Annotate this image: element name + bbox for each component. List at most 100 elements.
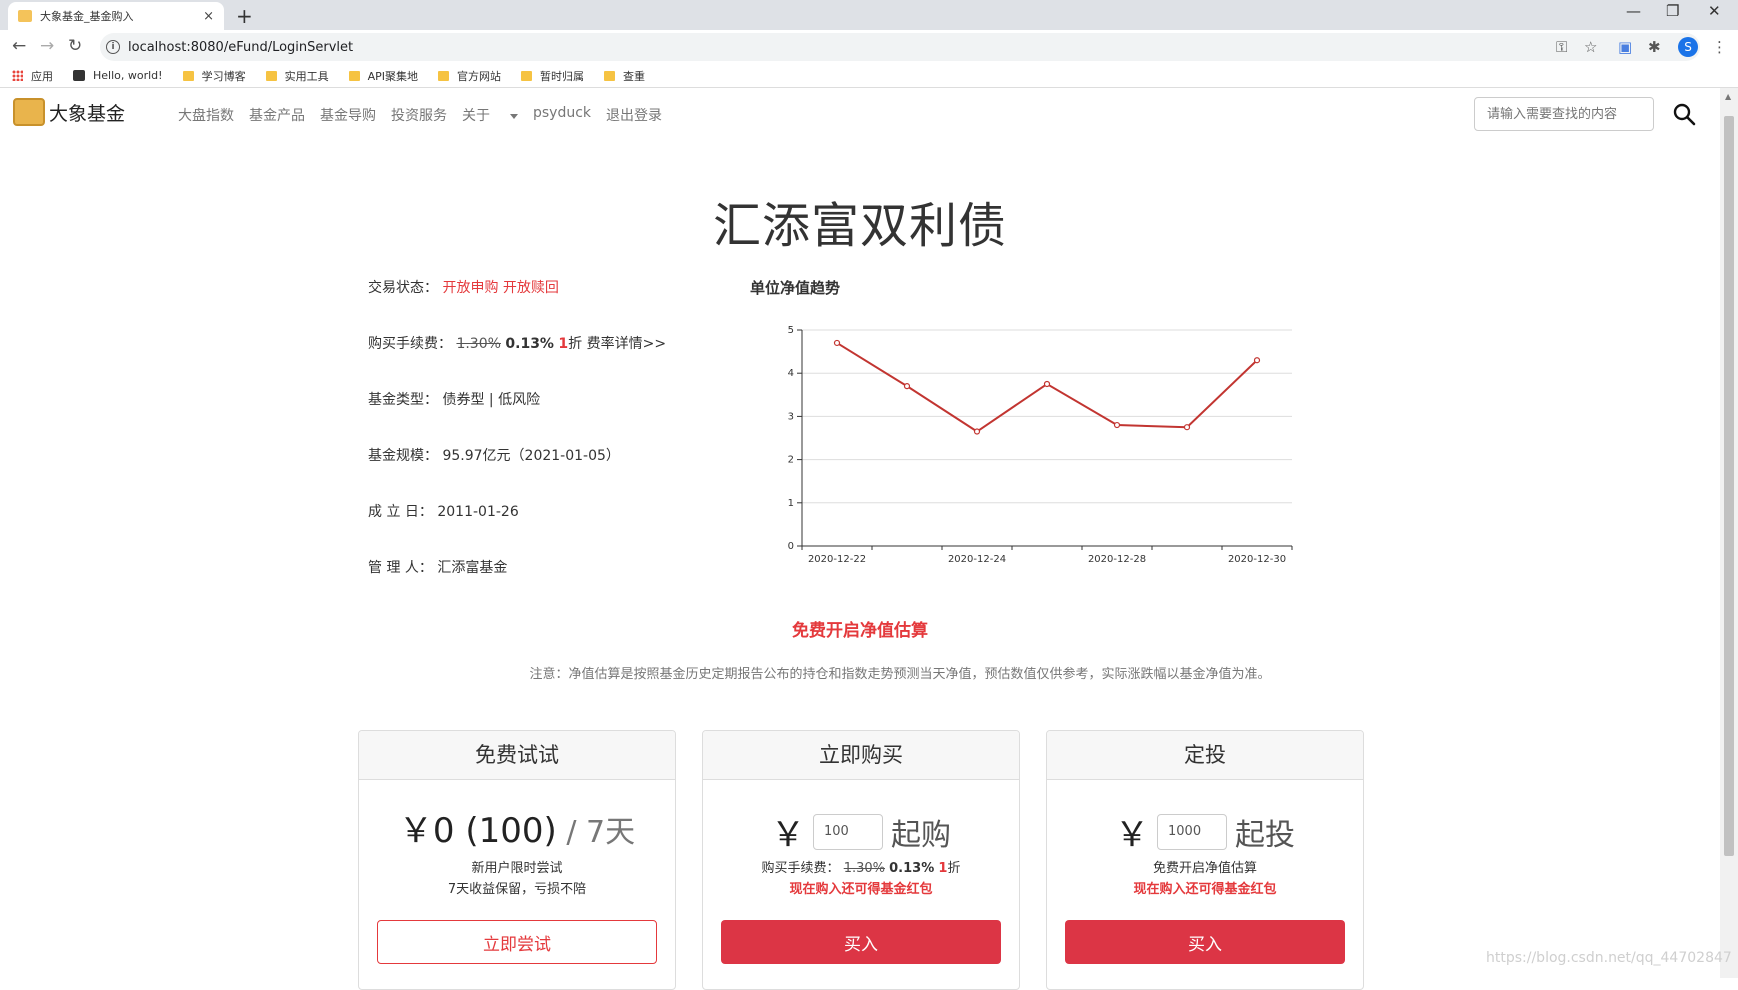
buy-fee-discounted: 0.13% [889, 861, 935, 876]
site-logo[interactable]: 大象基金 [13, 98, 125, 126]
bookmark-folder[interactable]: 学习博客 [182, 68, 246, 84]
key-icon[interactable]: ⚿ [1556, 38, 1567, 56]
nav-services[interactable]: 投资服务 [391, 105, 447, 125]
site-info-icon[interactable]: i [106, 40, 120, 54]
buy-fee-discount-unit: 折 [947, 861, 961, 876]
chart-x-tick-label: 2020-12-28 [1088, 554, 1146, 565]
nav-trend-chart: 0 1 2 3 4 5 2020-12-22 2020-12-24 2020-12-28 2020… [788, 325, 1293, 565]
fee-label: 购买手续费： [368, 336, 452, 352]
manager-value: 汇添富基金 [437, 560, 508, 576]
nav-links: 大盘指数 基金产品 基金导购 投资服务 关于 psyduck 退出登录 [178, 105, 677, 125]
reload-icon[interactable]: ↻ [68, 36, 82, 56]
founded-value: 2011-01-26 [437, 504, 519, 520]
fee-original: 1.30% [456, 336, 501, 352]
bookmark-label: API聚集地 [367, 69, 418, 83]
bookmark-folder[interactable]: 实用工具 [265, 68, 329, 84]
nav-username[interactable]: psyduck [533, 105, 591, 125]
bookmark-folder[interactable]: API聚集地 [348, 68, 418, 84]
trial-line-2: 7天收益保留，亏损不陪 [447, 882, 587, 897]
scroll-thumb[interactable] [1724, 116, 1734, 856]
chart-y-tick-label: 5 [788, 325, 794, 336]
bookmark-label: 暂时归属 [539, 69, 584, 83]
fund-size-row: 基金规模： 95.97亿元（2021-01-05） [368, 445, 620, 465]
buy-card: 立即购买 ￥ 起购 购买手续费： 1.30% 0.13% 1折 现在购入还可得基… [702, 730, 1020, 990]
browser-tab[interactable]: 大象基金_基金购入 × [8, 2, 224, 30]
fee-details-link[interactable]: 费率详情>> [587, 336, 666, 352]
profile-avatar[interactable]: S [1678, 37, 1698, 57]
buy-bonus-line: 现在购入还可得基金红包 [789, 882, 933, 897]
promo-title[interactable]: 免费开启净值估算 [0, 616, 1720, 641]
forward-icon[interactable]: → [40, 36, 54, 56]
bookmark-apps[interactable]: 应用 [12, 68, 53, 84]
buy-amount-input[interactable] [813, 813, 883, 850]
folder-icon [182, 70, 194, 81]
founded-row: 成 立 日： 2011-01-26 [368, 501, 519, 521]
currency-symbol: ￥ [1115, 815, 1149, 855]
nav-about-dropdown[interactable]: 关于 [462, 105, 518, 125]
site-search-input[interactable] [1474, 97, 1654, 131]
chart-x-tick-label: 2020-12-24 [948, 554, 1006, 565]
menu-kebab-icon[interactable]: ⋮ [1712, 38, 1727, 56]
new-tab-button[interactable]: + [236, 4, 253, 28]
address-bar[interactable]: i localhost:8080/eFund/LoginServlet [100, 33, 1700, 61]
trade-status-row: 交易状态： 开放申购 开放赎回 [368, 277, 559, 297]
bookmark-site-icon [73, 70, 85, 81]
nav-about-label: 关于 [462, 108, 490, 124]
browser-toolbar: ← → ↻ i localhost:8080/eFund/LoginServle… [0, 30, 1738, 64]
trial-price-value: ￥0 (100) [398, 811, 557, 851]
trial-price: ￥0 (100) / 7天 [359, 803, 675, 852]
chart-data-point [903, 383, 911, 390]
bookmark-folder[interactable]: 暂时归属 [520, 68, 584, 84]
trial-card-header: 免费试试 [359, 731, 675, 780]
folder-icon [520, 70, 532, 81]
fee-discount-unit: 折 [568, 336, 583, 352]
back-icon[interactable]: ← [12, 36, 26, 56]
chart-y-tick-label: 1 [788, 498, 794, 509]
extensions-icon[interactable]: ✱ [1648, 38, 1661, 56]
translate-icon[interactable]: ▣ [1618, 38, 1632, 56]
trial-price-period: / 7天 [556, 815, 636, 850]
chart-x-tick-label: 2020-12-30 [1228, 554, 1286, 565]
nav-products[interactable]: 基金产品 [249, 105, 305, 125]
minimize-icon[interactable]: — [1626, 2, 1641, 20]
plan-buy-button[interactable]: 买入 [1065, 920, 1345, 964]
nav-index[interactable]: 大盘指数 [178, 105, 234, 125]
bookmark-label: 学习博客 [201, 69, 246, 83]
restore-icon[interactable]: ❐ [1666, 2, 1679, 20]
plan-amount-input[interactable] [1157, 813, 1227, 850]
browser-tab-strip: 大象基金_基金购入 × + — ❐ ✕ [0, 0, 1738, 30]
buy-suffix: 起购 [891, 817, 951, 853]
chart-y-tick-label: 0 [788, 541, 794, 552]
tab-close-icon[interactable]: × [203, 9, 214, 24]
chart-y-tick-label: 2 [788, 455, 794, 466]
site-navbar: 大象基金 大盘指数 基金产品 基金导购 投资服务 关于 psyduck 退出登录 [0, 88, 1720, 142]
bookmark-folder[interactable]: 官方网站 [437, 68, 501, 84]
folder-icon [603, 70, 615, 81]
trial-card: 免费试试 ￥0 (100) / 7天 新用户限时尝试 7天收益保留，亏损不陪 立… [358, 730, 676, 990]
try-now-button[interactable]: 立即尝试 [377, 920, 657, 964]
star-icon[interactable]: ☆ [1584, 38, 1597, 56]
buy-button[interactable]: 买入 [721, 920, 1001, 964]
bookmarks-bar: 应用 Hello, world! 学习博客 实用工具 API聚集地 官方网站 暂… [0, 64, 1738, 88]
plan-amount-row: ￥ 起投 [1047, 807, 1363, 856]
chart-title: 单位净值趋势 [750, 279, 841, 297]
scroll-up-icon[interactable]: ▲ [1725, 92, 1731, 101]
fund-type-label: 基金类型： [368, 392, 438, 408]
nav-guide[interactable]: 基金导购 [320, 105, 376, 125]
buy-card-header: 立即购买 [703, 731, 1019, 780]
folder-icon [437, 70, 449, 81]
bookmark-folder[interactable]: 查重 [603, 68, 645, 84]
bookmark-hello-world[interactable]: Hello, world! [73, 69, 163, 82]
tab-title: 大象基金_基金购入 [40, 10, 134, 23]
csdn-watermark: https://blog.csdn.net/qq_44702847 [1486, 950, 1732, 966]
plan-card-header: 定投 [1047, 731, 1363, 780]
nav-logout[interactable]: 退出登录 [606, 105, 662, 125]
buy-fee-line: 购买手续费： 1.30% 0.13% 1折 [703, 857, 1019, 876]
bookmark-label: 应用 [31, 69, 53, 83]
close-window-icon[interactable]: ✕ [1708, 2, 1721, 20]
fee-row: 购买手续费： 1.30% 0.13% 1折 费率详情>> [368, 333, 666, 353]
page-scrollbar[interactable]: ▲ [1720, 88, 1738, 978]
chart-y-tick-label: 3 [788, 411, 794, 422]
chart-data-point [1253, 357, 1261, 364]
search-icon[interactable] [1672, 102, 1696, 126]
